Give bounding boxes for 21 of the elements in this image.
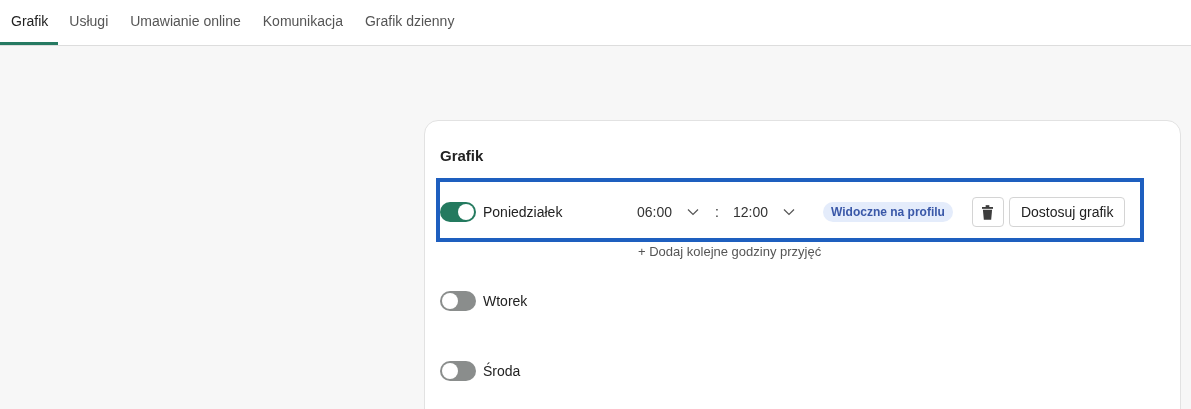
trash-icon bbox=[982, 204, 994, 220]
customize-button[interactable]: Dostosuj grafik bbox=[1008, 197, 1126, 227]
tab[interactable]: Grafik dzienny bbox=[353, 0, 466, 45]
day-name: Wtorek bbox=[483, 293, 529, 309]
toggle-switch[interactable] bbox=[440, 202, 476, 222]
tab[interactable]: Grafik bbox=[0, 0, 59, 45]
day-name: Poniedziałek bbox=[483, 204, 564, 220]
tab[interactable]: Komunikacja bbox=[251, 0, 354, 45]
tab[interactable]: Umawianie online bbox=[119, 0, 252, 45]
separator: : bbox=[715, 204, 720, 220]
chevron-down-icon bbox=[687, 208, 700, 216]
toggle-switch[interactable] bbox=[440, 291, 476, 311]
toggle-switch[interactable] bbox=[440, 361, 476, 381]
add-hours-link[interactable]: + Dodaj kolejne godziny przyjęć bbox=[638, 244, 822, 259]
chevron-down-icon bbox=[783, 208, 796, 216]
card-title: Grafik bbox=[440, 147, 485, 164]
day-name: Środa bbox=[483, 363, 522, 379]
status-badge: Widoczne na profilu bbox=[823, 202, 953, 222]
time-select[interactable]: 12:00 bbox=[733, 204, 823, 220]
tab[interactable]: Usługi bbox=[58, 0, 120, 45]
delete-button[interactable] bbox=[971, 197, 1004, 227]
